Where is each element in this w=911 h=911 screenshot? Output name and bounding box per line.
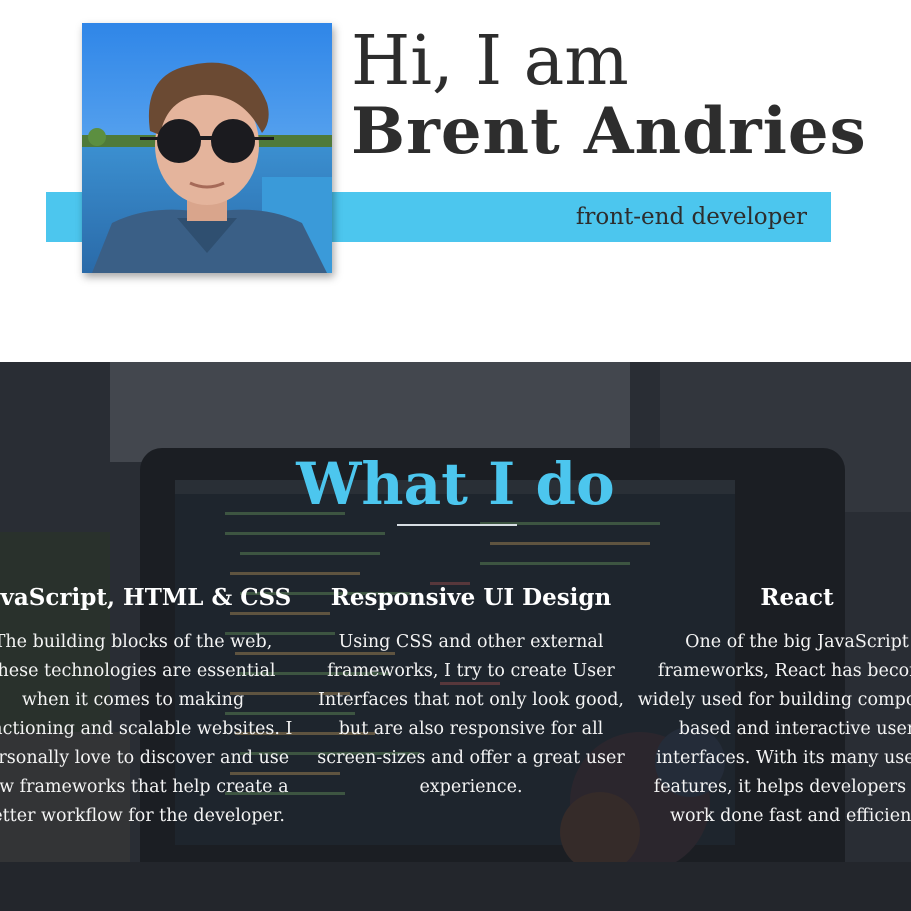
title-divider <box>397 524 517 526</box>
profile-photo <box>82 23 332 273</box>
skill-description: One of the big JavaScript frameworks, Re… <box>637 632 911 826</box>
skill-title: JavaScript, HTML & CSS <box>0 584 292 611</box>
portfolio-page: front-end developer Hi, I am Brent Andri… <box>0 0 911 911</box>
hero-role: front-end developer <box>575 204 807 230</box>
what-i-do-section: What I do JavaScript, HTML & CSS The bui… <box>0 362 911 911</box>
section-title: What I do <box>296 450 615 518</box>
skill-description: The building blocks of the web, these te… <box>0 632 293 826</box>
hero-name: Brent Andries <box>351 94 867 169</box>
skill-title: Responsive UI Design <box>330 584 612 611</box>
skill-description: Using CSS and other external frameworks,… <box>317 632 625 797</box>
hero-header: front-end developer Hi, I am Brent Andri… <box>0 0 911 362</box>
skill-title: React <box>760 584 834 611</box>
skill-column-javascript: JavaScript, HTML & CSS The building bloc… <box>0 582 293 831</box>
skill-column-responsive-ui: Responsive UI Design Using CSS and other… <box>311 582 631 802</box>
skill-column-react: React One of the big JavaScript framewor… <box>637 582 911 831</box>
hero-greeting: Hi, I am <box>351 22 629 101</box>
